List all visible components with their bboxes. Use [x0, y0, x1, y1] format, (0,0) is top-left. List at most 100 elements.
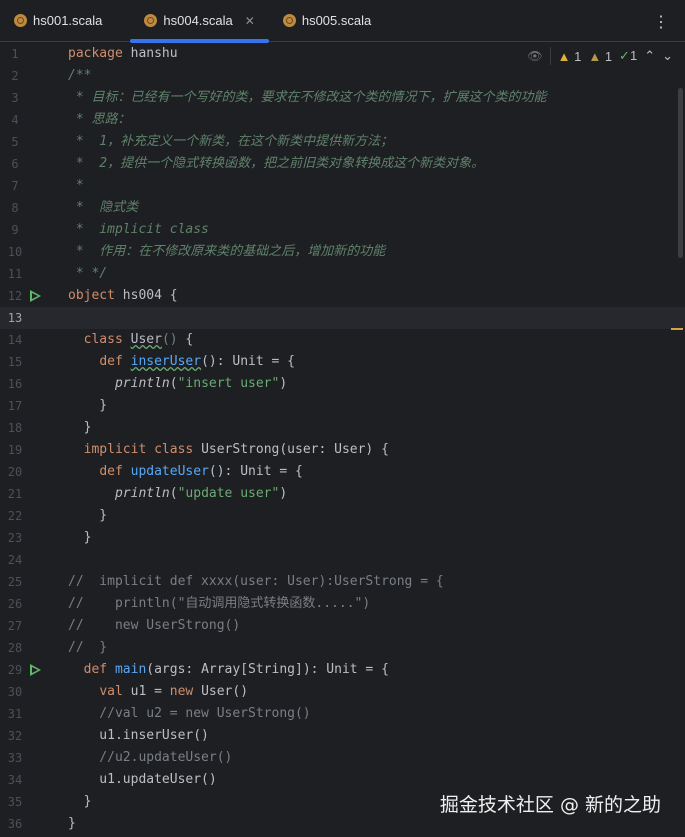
code-text: implicit class UserStrong(user: User) { [68, 439, 389, 461]
scala-file-icon [144, 14, 158, 27]
count: 1 [629, 48, 638, 63]
line-number: 8 [11, 201, 19, 215]
code-token: () [161, 332, 178, 347]
warning-marker[interactable] [671, 328, 683, 330]
code-line[interactable]: 34 u1.updateUser() [0, 769, 685, 791]
code-text: class User() { [68, 329, 194, 351]
code-line[interactable]: 32 u1.inserUser() [0, 725, 685, 747]
code-line[interactable]: 18 } [0, 417, 685, 439]
close-icon[interactable]: ✕ [245, 14, 255, 28]
line-number: 33 [7, 751, 23, 765]
code-line[interactable]: 8 * 隐式类 [0, 197, 685, 219]
code-line[interactable]: 28 // } [0, 637, 685, 659]
code-line[interactable]: 23 } [0, 527, 685, 549]
line-number: 22 [7, 509, 23, 523]
run-icon[interactable] [30, 664, 41, 676]
tab-hs004[interactable]: hs004.scala ✕ [130, 0, 270, 43]
code-line[interactable]: 20 def updateUser(): Unit = { [0, 461, 685, 483]
code-token: val [99, 684, 123, 699]
reader-mode-eye-icon[interactable]: 👁 [527, 49, 542, 63]
code-line[interactable]: 25 // implicit def xxxx(user: User):UserS… [0, 571, 685, 593]
code-token: ) [279, 486, 288, 501]
code-line[interactable]: 5 * 1，补充定义一个新类，在这个新类中提供新方法； [0, 131, 685, 153]
code-token: u1.inserUser() [68, 728, 209, 743]
code-token: * implicit class [68, 222, 209, 237]
line-number: 35 [7, 795, 23, 809]
code-text: * 2，提供一个隐式转换函数，把之前旧类对象转换成这个新类对象。 [68, 153, 484, 175]
code-line[interactable]: 13 [0, 307, 685, 329]
code-line[interactable]: 19 implicit class UserStrong(user: User)… [0, 439, 685, 461]
code-line[interactable]: 12 object hs004 { [0, 285, 685, 307]
more-options-icon[interactable]: ⋮ [653, 12, 669, 32]
code-line[interactable]: 31 //val u2 = new UserStrong() [0, 703, 685, 725]
line-number: 3 [11, 91, 19, 105]
code-line[interactable]: 21 println("update user") [0, 483, 685, 505]
watermark: 掘金技术社区 @ 新的之助 [439, 794, 661, 816]
code-token: (): Unit = { [208, 464, 303, 479]
code-line[interactable]: 16 println("insert user") [0, 373, 685, 395]
code-token: u1.updateUser() [68, 772, 217, 787]
weak-warning-count[interactable]: ▲ 1 [588, 49, 612, 64]
code-line[interactable]: 22 } [0, 505, 685, 527]
previous-highlight-icon[interactable]: ⌃ [644, 48, 655, 64]
code-token: // implicit def xxxx(user: User):UserStr… [68, 574, 444, 589]
code-line[interactable]: 10 * 作用：在不修改原来类的基础之后，增加新的功能 [0, 241, 685, 263]
code-token: // } [68, 640, 108, 655]
scala-file-icon [14, 14, 27, 27]
code-text: //val u2 = new UserStrong() [68, 703, 310, 725]
code-token: * 1，补充定义一个新类，在这个新类中提供新方法； [68, 134, 394, 149]
code-line[interactable]: 15 def inserUser(): Unit = { [0, 351, 685, 373]
code-line[interactable]: 33 //u2.updateUser() [0, 747, 685, 769]
code-text: } [68, 505, 107, 527]
code-token: ) [279, 376, 288, 391]
line-number: 14 [7, 333, 23, 347]
code-token: } [68, 398, 108, 413]
code-text: * 1，补充定义一个新类，在这个新类中提供新方法； [68, 131, 393, 153]
code-text: * 目标：已经有一个写好的类，要求在不修改这个类的情况下，扩展这个类的功能 [68, 87, 547, 109]
line-number: 11 [7, 267, 23, 281]
code-token: object [68, 288, 115, 303]
line-number: 36 [7, 817, 23, 831]
code-line[interactable]: 24 [0, 549, 685, 571]
code-line[interactable]: 4 * 思路： [0, 109, 685, 131]
code-line[interactable]: 26 // println("自动调用隐式转换函数.....") [0, 593, 685, 615]
code-line[interactable]: 6 * 2，提供一个隐式转换函数，把之前旧类对象转换成这个新类对象。 [0, 153, 685, 175]
code-line[interactable]: 14 class User() { [0, 329, 685, 351]
code-text: val u1 = new User() [68, 681, 248, 703]
tab-hs001[interactable]: hs001.scala [0, 0, 116, 42]
code-text: /** [68, 65, 91, 87]
code-text: println("insert user") [68, 373, 287, 395]
scrollbar[interactable] [678, 88, 683, 258]
code-text: package hanshu [68, 43, 178, 65]
line-number: 30 [7, 685, 23, 699]
line-number: 10 [7, 245, 23, 259]
code-line[interactable]: 17 } [0, 395, 685, 417]
code-line[interactable]: 7 * [0, 175, 685, 197]
divider [549, 47, 551, 65]
warning-count[interactable]: ▲ 1 [558, 49, 582, 64]
code-line[interactable]: 3 * 目标：已经有一个写好的类，要求在不修改这个类的情况下，扩展这个类的功能 [0, 87, 685, 109]
code-line[interactable]: 30 val u1 = new User() [0, 681, 685, 703]
code-token: "insert user" [177, 376, 280, 391]
next-highlight-icon[interactable]: ⌄ [662, 48, 673, 64]
code-editor[interactable]: 1 package hanshu 2 /** 3 * 目标：已经有一个写好的类，要求在不… [0, 43, 685, 837]
count: 1 [604, 48, 613, 64]
line-number: 17 [7, 399, 23, 413]
code-line[interactable]: 27 // new UserStrong() [0, 615, 685, 637]
code-token: package [68, 46, 123, 61]
code-token: User [130, 332, 162, 347]
code-line[interactable]: 9 * implicit class [0, 219, 685, 241]
run-icon[interactable] [30, 290, 41, 302]
tab-hs005[interactable]: hs005.scala [269, 0, 385, 42]
typo-count[interactable]: ✓1 [619, 48, 637, 64]
code-line[interactable]: 11 * */ [0, 263, 685, 285]
code-token: (): Unit = { [201, 354, 295, 369]
code-line[interactable]: 2 /** [0, 65, 685, 87]
code-token: * 目标：已经有一个写好的类，要求在不修改这个类的情况下，扩展这个类的功能 [68, 90, 547, 105]
tab-label: hs004.scala [163, 13, 233, 28]
code-token: * [68, 178, 84, 193]
code-line[interactable]: 29 def main(args: Array[String]): Unit =… [0, 659, 685, 681]
